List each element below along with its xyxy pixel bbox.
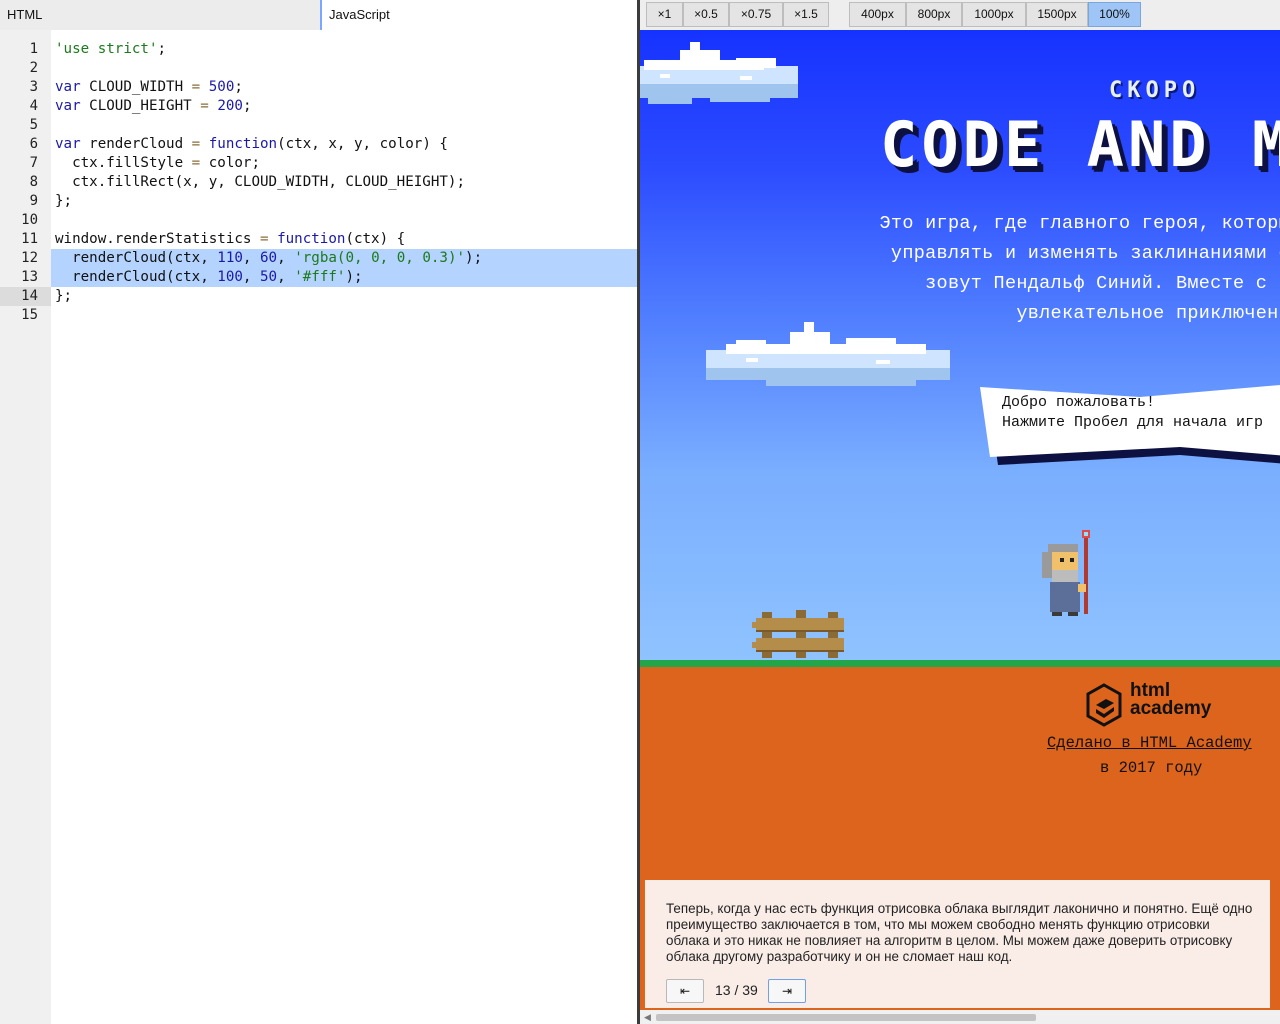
code-line[interactable] bbox=[51, 306, 637, 325]
scrollbar-thumb[interactable] bbox=[656, 1014, 1036, 1021]
html-academy-logo-icon bbox=[1086, 683, 1122, 727]
code-text-area[interactable]: 'use strict'; var CLOUD_WIDTH = 500; var C… bbox=[51, 30, 637, 1024]
game-description: Это игра, где главного героя, которы упр… bbox=[830, 209, 1280, 329]
code-editor-pane: HTML JavaScript 1 2 3 4 5 6 7 8 9 10 11 12 13 14 15 'u… bbox=[0, 0, 637, 1024]
previous-step-button[interactable]: ⇤ bbox=[666, 979, 704, 1003]
width-1000-button[interactable]: 1000px bbox=[962, 2, 1026, 27]
code-line[interactable] bbox=[51, 59, 637, 78]
code-line[interactable]: }; bbox=[51, 287, 637, 306]
code-line[interactable]: var CLOUD_WIDTH = 500; bbox=[51, 78, 637, 97]
horizontal-scrollbar[interactable]: ◀ bbox=[640, 1010, 1280, 1024]
code-line[interactable]: var renderCloud = function(ctx, x, y, co… bbox=[51, 135, 637, 154]
line-number: 14 bbox=[0, 287, 51, 306]
code-line[interactable]: renderCloud(ctx, 100, 50, '#fff'); bbox=[51, 268, 637, 287]
bubble-text: Добро пожаловать! Нажмите Пробел для нач… bbox=[1002, 393, 1263, 433]
code-line[interactable]: ctx.fillRect(x, y, CLOUD_WIDTH, CLOUD_HE… bbox=[51, 173, 637, 192]
line-number: 11 bbox=[21, 231, 38, 247]
code-line[interactable] bbox=[51, 116, 637, 135]
line-number-gutter: 1 2 3 4 5 6 7 8 9 10 11 12 13 14 15 bbox=[0, 30, 51, 1024]
grass-strip bbox=[640, 660, 1280, 667]
description-line: Это игра, где главного героя, которы bbox=[879, 213, 1280, 234]
line-number: 10 bbox=[21, 212, 38, 228]
game-title: CODE AND MA bbox=[880, 108, 1280, 181]
bubble-line: Нажмите Пробел для начала игр bbox=[1002, 414, 1264, 431]
year-text: в 2017 году bbox=[1100, 759, 1203, 777]
width-100-percent-button[interactable]: 100% bbox=[1088, 2, 1141, 27]
width-1500-button[interactable]: 1500px bbox=[1026, 2, 1088, 27]
scale-1-5x-button[interactable]: ×1.5 bbox=[783, 2, 829, 27]
editor-tab-bar: HTML JavaScript bbox=[0, 0, 637, 30]
scale-1x-button[interactable]: ×1 bbox=[646, 2, 683, 27]
preview-pane: ×1 ×0.5 ×0.75 ×1.5 400px 800px 1000px 15… bbox=[640, 0, 1280, 1024]
line-number: 9 bbox=[29, 193, 38, 209]
made-in-academy-link[interactable]: Сделано в HTML Academy bbox=[1047, 734, 1252, 752]
step-counter: 13 / 39 bbox=[715, 982, 758, 998]
line-number: 2 bbox=[29, 60, 38, 76]
soon-heading: СКОРО bbox=[1109, 78, 1201, 103]
description-line: управлять и изменять заклинаниями с bbox=[890, 243, 1280, 264]
pixel-cloud-icon bbox=[640, 42, 798, 104]
line-number: 1 bbox=[29, 41, 38, 57]
line-number: 6 bbox=[29, 136, 38, 152]
tab-html[interactable]: HTML bbox=[0, 0, 320, 30]
line-number: 8 bbox=[29, 174, 38, 190]
description-line: зовут Пендальф Синий. Вместе с н bbox=[925, 273, 1280, 294]
preview-toolbar: ×1 ×0.5 ×0.75 ×1.5 400px 800px 1000px 15… bbox=[640, 0, 1280, 30]
tab-javascript[interactable]: JavaScript bbox=[320, 0, 637, 30]
line-number: 7 bbox=[29, 155, 38, 171]
line-number: 4 bbox=[29, 98, 38, 114]
width-800-button[interactable]: 800px bbox=[906, 2, 962, 27]
scale-0-5x-button[interactable]: ×0.5 bbox=[683, 2, 729, 27]
line-number: 12 bbox=[21, 250, 38, 266]
lesson-panel: Теперь, когда у нас есть функция отрисов… bbox=[645, 880, 1270, 1008]
wizard-character-icon bbox=[1042, 530, 1090, 616]
width-400-button[interactable]: 400px bbox=[849, 2, 906, 27]
code-line[interactable]: 'use strict'; bbox=[51, 40, 637, 59]
lesson-text: Теперь, когда у нас есть функция отрисов… bbox=[666, 901, 1253, 964]
scroll-left-arrow-icon[interactable]: ◀ bbox=[644, 1012, 651, 1023]
code-line[interactable]: var CLOUD_HEIGHT = 200; bbox=[51, 97, 637, 116]
description-line: увлекательное приключени bbox=[1016, 303, 1280, 324]
code-line[interactable] bbox=[51, 211, 637, 230]
scale-0-75x-button[interactable]: ×0.75 bbox=[729, 2, 783, 27]
next-step-button[interactable]: ⇥ bbox=[768, 979, 806, 1003]
line-number: 5 bbox=[29, 117, 38, 133]
code-line[interactable]: renderCloud(ctx, 110, 60, 'rgba(0, 0, 0,… bbox=[51, 249, 637, 268]
line-number: 3 bbox=[29, 79, 38, 95]
pixel-fence-icon bbox=[752, 610, 844, 658]
bubble-line: Добро пожаловать! bbox=[1002, 394, 1156, 411]
code-line[interactable]: window.renderStatistics = function(ctx) … bbox=[51, 230, 637, 249]
pixel-cloud-icon bbox=[706, 322, 950, 386]
academy-name-line: academy bbox=[1130, 698, 1212, 719]
code-line[interactable]: ctx.fillStyle = color; bbox=[51, 154, 637, 173]
academy-name: html academy bbox=[1130, 681, 1212, 719]
line-number: 15 bbox=[21, 307, 38, 323]
code-line[interactable]: }; bbox=[51, 192, 637, 211]
line-number: 13 bbox=[21, 269, 38, 285]
